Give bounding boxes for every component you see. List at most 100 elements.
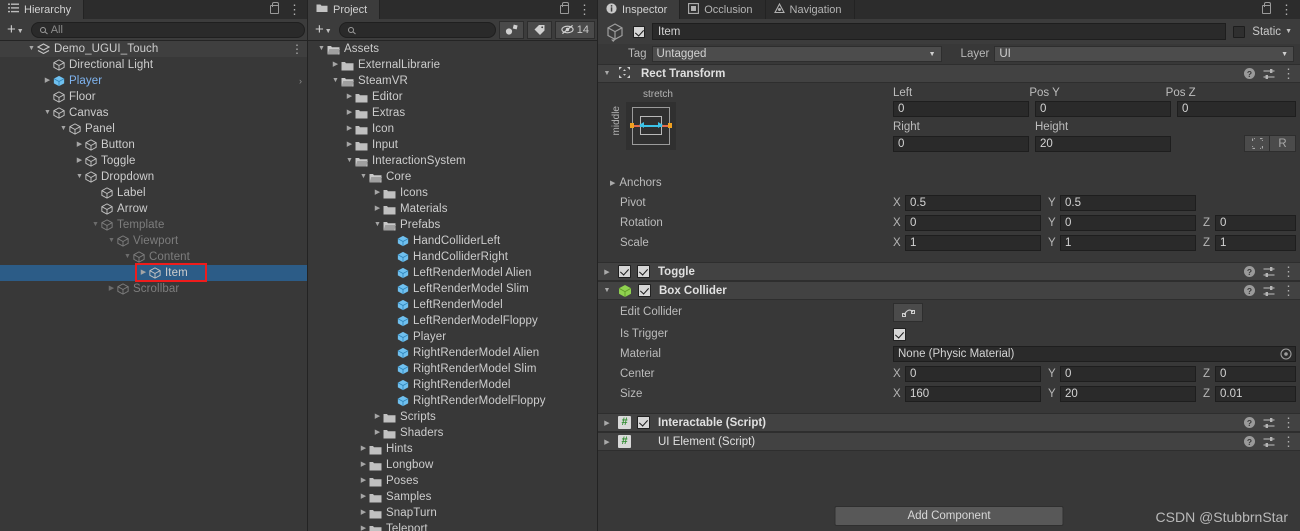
presets-icon[interactable] <box>1263 417 1275 428</box>
hierarchy-row[interactable]: Demo_UGUI_Touch ⋮ <box>0 41 308 57</box>
box-collider-header[interactable]: ▼ Box Collider ? ⋮ <box>598 281 1300 300</box>
tab-occlusion[interactable]: Occlusion <box>680 0 766 19</box>
expand-arrow-icon[interactable] <box>330 57 341 73</box>
expand-arrow-icon[interactable] <box>358 441 369 457</box>
hierarchy-row[interactable]: Dropdown <box>0 169 308 185</box>
collapse-arrow-icon[interactable]: ▼ <box>602 287 612 294</box>
project-row[interactable]: Hints <box>308 441 598 457</box>
project-row[interactable]: HandColliderRight <box>308 249 598 265</box>
expand-arrow-icon[interactable] <box>372 185 383 201</box>
collapse-arrow-icon[interactable]: ▶ <box>602 419 612 427</box>
hierarchy-menu-kebab-icon[interactable]: ⋮ <box>288 3 301 16</box>
tag-dropdown[interactable]: Untagged ▼ <box>651 46 942 62</box>
expand-arrow-icon[interactable] <box>358 473 369 489</box>
scene-menu-kebab-icon[interactable]: ⋮ <box>291 43 303 55</box>
hierarchy-row[interactable]: Button <box>0 137 308 153</box>
rotation-z-input[interactable]: 0 <box>1215 215 1296 231</box>
hierarchy-row[interactable]: Viewport <box>0 233 308 249</box>
project-row[interactable]: Longbow <box>308 457 598 473</box>
lock-icon[interactable] <box>1262 2 1271 14</box>
center-x-input[interactable]: 0 <box>905 366 1041 382</box>
expand-arrow-icon[interactable] <box>372 201 383 217</box>
anchors-expand-arrow-icon[interactable]: ▶ <box>610 179 615 187</box>
project-row[interactable]: LeftRenderModel Alien <box>308 265 598 281</box>
project-row[interactable]: ExternalLibrarie <box>308 57 598 73</box>
expand-arrow-icon[interactable] <box>358 457 369 473</box>
object-picker-icon[interactable] <box>1280 348 1292 363</box>
hierarchy-row[interactable]: Content <box>0 249 308 265</box>
gameobject-name-input[interactable]: Item <box>652 23 1227 40</box>
project-row[interactable]: RightRenderModel Slim <box>308 361 598 377</box>
ui-element-script-header[interactable]: ▶ # UI Element (Script) ? ⋮ <box>598 432 1300 451</box>
scale-y-input[interactable]: 1 <box>1060 235 1196 251</box>
hidden-assets-count-button[interactable]: 14 <box>554 20 595 39</box>
center-z-input[interactable]: 0 <box>1215 366 1296 382</box>
expand-arrow-icon[interactable] <box>74 137 85 153</box>
static-dropdown[interactable]: Static ▼ <box>1252 26 1294 38</box>
project-row[interactable]: Prefabs <box>308 217 598 233</box>
hierarchy-tree[interactable]: Demo_UGUI_Touch ⋮ Directional Light Player ›… <box>0 41 308 531</box>
raw-edit-mode-button[interactable]: R <box>1270 135 1296 152</box>
project-row[interactable]: Input <box>308 137 598 153</box>
project-row[interactable]: Player <box>308 329 598 345</box>
expand-arrow-icon[interactable] <box>58 121 69 137</box>
expand-arrow-icon[interactable] <box>358 505 369 521</box>
presets-icon[interactable] <box>1263 436 1275 447</box>
expand-arrow-icon[interactable] <box>42 73 53 89</box>
rect-transform-header[interactable]: ▼ Rect Transform ? ⋮ <box>598 64 1300 83</box>
project-row[interactable]: LeftRenderModel <box>308 297 598 313</box>
filter-by-type-button[interactable] <box>498 20 524 39</box>
help-icon[interactable]: ? <box>1244 68 1255 79</box>
blueprint-mode-button[interactable] <box>1244 135 1270 152</box>
collapse-arrow-icon[interactable]: ▶ <box>602 268 612 276</box>
tab-inspector[interactable]: Inspector <box>598 0 681 19</box>
expand-arrow-icon[interactable] <box>330 73 341 89</box>
component-menu-kebab-icon[interactable]: ⋮ <box>1282 67 1295 80</box>
presets-icon[interactable] <box>1263 266 1275 277</box>
is-trigger-checkbox[interactable] <box>893 327 906 341</box>
expand-arrow-icon[interactable] <box>26 41 37 57</box>
expand-arrow-icon[interactable] <box>358 521 369 531</box>
project-row[interactable]: Icon <box>308 121 598 137</box>
project-row[interactable]: SteamVR <box>308 73 598 89</box>
right-input[interactable]: 0 <box>893 135 1029 152</box>
expand-arrow-icon[interactable] <box>344 137 355 153</box>
edit-collider-button[interactable] <box>893 302 923 322</box>
gameobject-enabled-checkbox[interactable] <box>633 25 645 38</box>
hierarchy-row[interactable]: Player › <box>0 73 308 89</box>
expand-arrow-icon[interactable] <box>42 105 53 121</box>
pivot-y-input[interactable]: 0.5 <box>1060 195 1196 211</box>
project-row[interactable]: HandColliderLeft <box>308 233 598 249</box>
project-search-input[interactable] <box>338 21 496 38</box>
project-row[interactable]: SnapTurn <box>308 505 598 521</box>
project-row[interactable]: Samples <box>308 489 598 505</box>
expand-arrow-icon[interactable] <box>358 489 369 505</box>
expand-arrow-icon[interactable] <box>344 105 355 121</box>
expand-arrow-icon[interactable] <box>122 249 133 265</box>
hierarchy-row[interactable]: Toggle <box>0 153 308 169</box>
presets-icon[interactable] <box>1263 68 1275 79</box>
help-icon[interactable]: ? <box>1244 285 1255 296</box>
toggle-component-enabled-checkbox[interactable] <box>637 265 650 278</box>
size-z-input[interactable]: 0.01 <box>1215 386 1296 402</box>
project-row[interactable]: LeftRenderModelFloppy <box>308 313 598 329</box>
tab-navigation[interactable]: Navigation <box>765 0 855 19</box>
expand-arrow-icon[interactable] <box>358 169 369 185</box>
inspector-menu-kebab-icon[interactable]: ⋮ <box>1280 3 1293 16</box>
hierarchy-search-input[interactable]: All <box>30 21 305 38</box>
collapse-arrow-icon[interactable]: ▼ <box>602 70 612 77</box>
project-row[interactable]: Poses <box>308 473 598 489</box>
expand-arrow-icon[interactable] <box>372 425 383 441</box>
expand-arrow-icon[interactable] <box>344 153 355 169</box>
lock-icon[interactable] <box>560 2 569 14</box>
interactable-script-header[interactable]: ▶ # Interactable (Script) ? ⋮ <box>598 413 1300 432</box>
hierarchy-row[interactable]: Canvas <box>0 105 308 121</box>
interactable-enabled-checkbox[interactable] <box>637 416 650 429</box>
expand-arrow-icon[interactable] <box>372 217 383 233</box>
expand-arrow-icon[interactable] <box>344 121 355 137</box>
project-row[interactable]: Assets <box>308 41 598 57</box>
tab-project[interactable]: Project <box>308 0 381 19</box>
expand-arrow-icon[interactable] <box>90 217 101 233</box>
box-collider-enabled-checkbox[interactable] <box>638 284 651 297</box>
project-menu-kebab-icon[interactable]: ⋮ <box>578 3 591 16</box>
